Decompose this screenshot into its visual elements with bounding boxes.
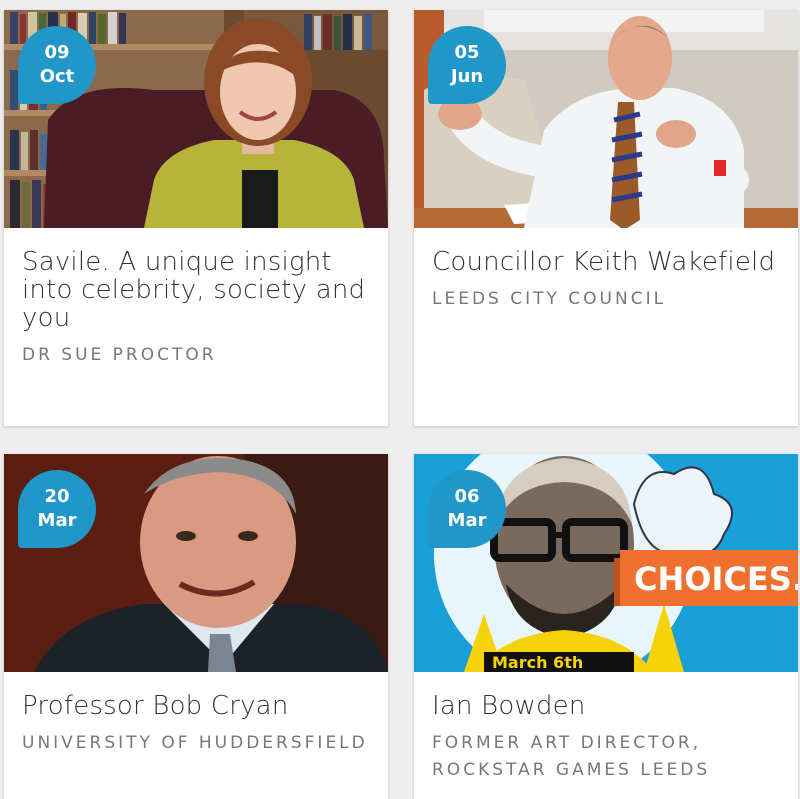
event-speaker: UNIVERSITY OF HUDDERSFIELD	[22, 733, 368, 753]
event-speaker: LEEDS CITY COUNCIL	[432, 289, 667, 309]
date-badge: 06 Mar	[428, 470, 506, 548]
date-month: Oct	[39, 66, 75, 87]
event-speaker: DR SUE PROCTOR	[22, 345, 217, 365]
event-card[interactable]: 20 Mar Professor Bob Cryan UNIVERSITY OF…	[4, 454, 388, 799]
event-card[interactable]: 05 Jun Councillor Keith Wakefield LEEDS …	[414, 10, 798, 426]
date-day: 09	[44, 42, 70, 63]
date-month: Mar	[447, 510, 487, 531]
event-title[interactable]: Professor Bob Cryan	[22, 692, 370, 720]
date-day: 06	[454, 486, 480, 507]
event-card[interactable]: CHOICES. March 6th 06 Mar Ian Bowden FOR…	[414, 454, 798, 799]
event-photo[interactable]: 09 Oct	[4, 10, 388, 228]
event-photo[interactable]: 05 Jun	[414, 10, 798, 228]
date-badge: 05 Jun	[428, 26, 506, 104]
poster-text: CHOICES.	[634, 560, 798, 598]
event-title[interactable]: Ian Bowden	[432, 692, 780, 720]
event-title[interactable]: Savile. A unique insight into celebrity,…	[22, 248, 370, 332]
date-month: Jun	[450, 66, 484, 87]
date-day: 05	[454, 42, 480, 63]
event-photo[interactable]: CHOICES. March 6th 06 Mar	[414, 454, 798, 672]
date-day: 20	[44, 486, 70, 507]
poster-subtext: March 6th	[492, 653, 583, 672]
event-photo[interactable]: 20 Mar	[4, 454, 388, 672]
event-card[interactable]: 09 Oct Savile. A unique insight into cel…	[4, 10, 388, 426]
event-speaker: FORMER ART DIRECTOR, ROCKSTAR GAMES LEED…	[432, 733, 711, 780]
date-badge: 09 Oct	[18, 26, 96, 104]
event-title[interactable]: Councillor Keith Wakefield	[432, 248, 780, 276]
date-badge: 20 Mar	[18, 470, 96, 548]
date-month: Mar	[37, 510, 77, 531]
